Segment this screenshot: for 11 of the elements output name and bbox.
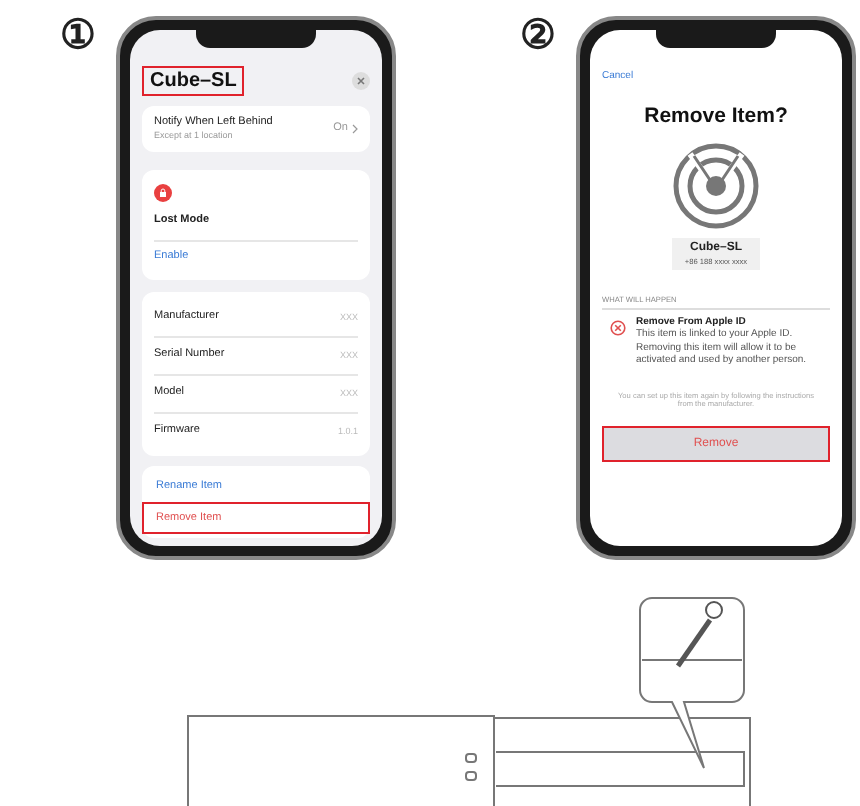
lock-icon: [154, 184, 172, 202]
phone-notch: [196, 30, 316, 48]
chevron-icon: [352, 124, 358, 134]
dialog-title: Remove Item?: [642, 104, 790, 128]
phone-notch: [656, 30, 776, 48]
item-title: Cube–SL: [142, 66, 245, 96]
tracker-icon: [672, 142, 760, 230]
remove-circle-icon: [610, 320, 626, 337]
step-number: ①: [60, 16, 96, 56]
close-icon[interactable]: [352, 72, 370, 90]
step-number: ②: [520, 16, 556, 56]
